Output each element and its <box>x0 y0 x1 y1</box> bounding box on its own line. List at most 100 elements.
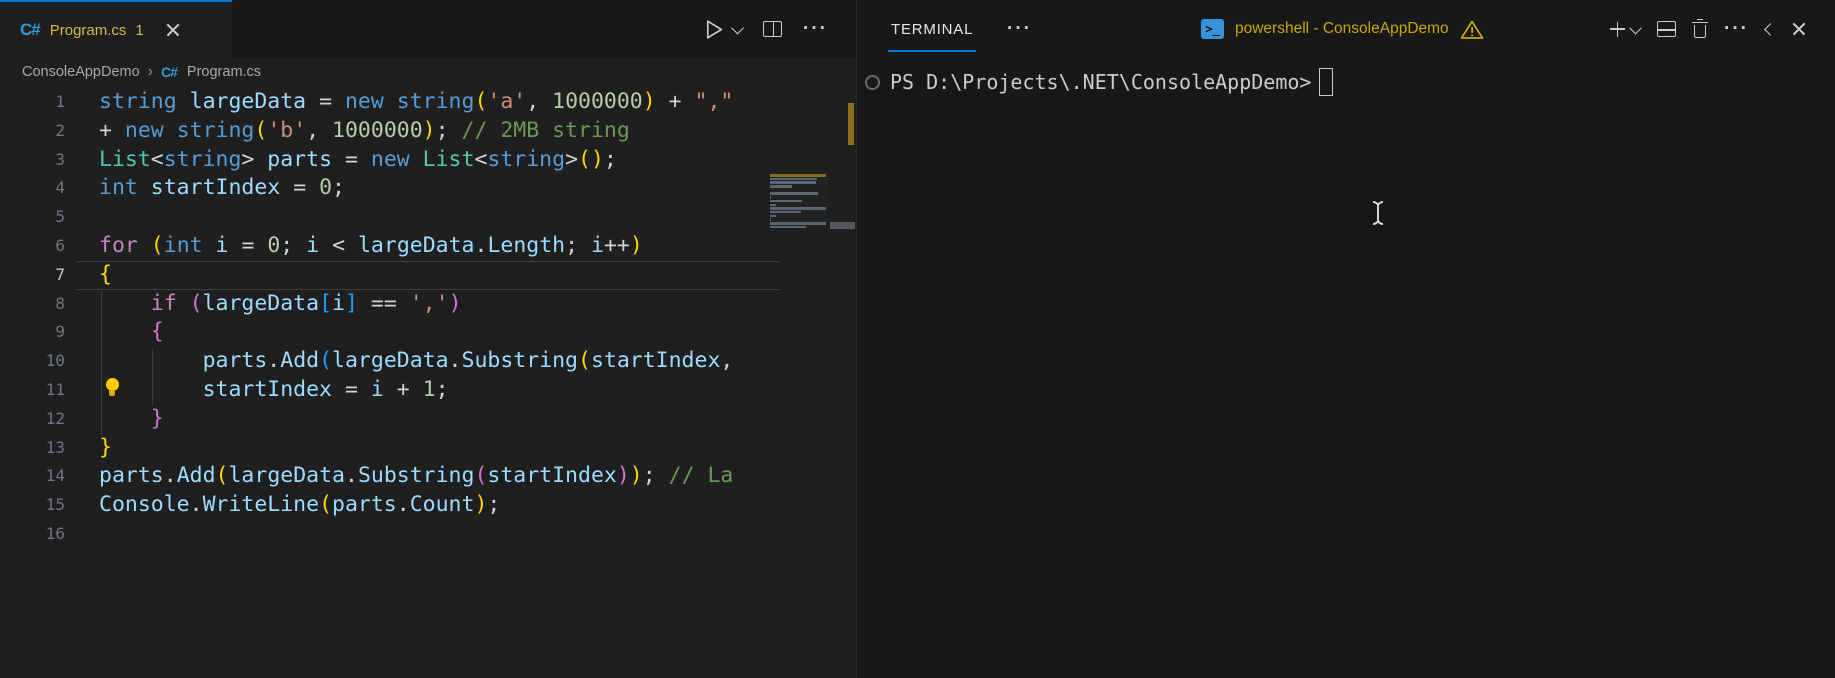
breadcrumb-folder[interactable]: ConsoleAppDemo <box>22 64 140 80</box>
editor-group: C# Program.cs 1 ··· ConsoleAppDemo › C# <box>0 0 856 678</box>
minimap-line <box>770 218 771 221</box>
code-line[interactable]: 12 } <box>0 405 856 434</box>
code-line[interactable]: 4 int startIndex = 0; <box>0 174 856 203</box>
vscode-window: C# Program.cs 1 ··· ConsoleAppDemo › C# <box>0 0 1835 678</box>
tab-label: Program.cs <box>49 21 127 39</box>
code-line-text: for (int i = 0; i < largeData.Length; i+… <box>99 232 643 258</box>
tab-badge: 1 <box>135 21 144 39</box>
code-line-text: parts.Add(largeData.Substring(startIndex… <box>99 463 734 489</box>
line-number: 5 <box>55 207 65 227</box>
minimap-line <box>770 177 817 181</box>
code-editor[interactable]: 1 string largeData = new string('a', 1000… <box>0 86 856 678</box>
terminal-prompt-line: PS D:\Projects\.NET\ConsoleAppDemo> <box>857 58 1835 96</box>
line-number: 12 <box>45 408 65 428</box>
line-number: 6 <box>55 235 65 255</box>
minimap-line <box>770 214 776 218</box>
active-tab-underline <box>888 50 977 52</box>
terminal-tab-label: TERMINAL <box>891 20 974 38</box>
plus-icon <box>1610 21 1626 37</box>
chevron-left-icon[interactable] <box>1764 22 1777 36</box>
terminal-body[interactable]: PS D:\Projects\.NET\ConsoleAppDemo> <box>857 58 1835 678</box>
line-number: 4 <box>55 178 65 198</box>
line-number: 9 <box>55 322 65 342</box>
breadcrumb-file[interactable]: Program.cs <box>187 64 261 80</box>
split-terminal-icon[interactable] <box>1657 21 1677 37</box>
code-line[interactable]: 11 startIndex = i + 1; <box>0 376 856 405</box>
minimap-line <box>770 207 826 210</box>
code-line-text: int startIndex = 0; <box>99 175 345 201</box>
code-line[interactable]: 16 <box>0 520 856 549</box>
tab-program-cs[interactable]: C# Program.cs 1 <box>0 0 232 58</box>
breadcrumb: ConsoleAppDemo › C# Program.cs <box>0 58 856 86</box>
code-line[interactable]: 15 Console.WriteLine(parts.Count); <box>0 491 856 520</box>
code-line-text: parts.Add(largeData.Substring(startIndex… <box>202 348 734 374</box>
indent-guide <box>101 291 102 435</box>
line-number: 13 <box>45 437 65 457</box>
warning-icon <box>1460 20 1484 39</box>
line-number: 8 <box>55 293 65 313</box>
minimap-line <box>770 199 802 203</box>
close-panel-icon[interactable] <box>1792 22 1807 37</box>
more-actions-icon[interactable]: ··· <box>803 19 828 38</box>
terminal-panel: TERMINAL ··· >_ powershell - ConsoleAppD… <box>856 0 1835 678</box>
run-icon <box>706 19 723 39</box>
minimap[interactable] <box>770 174 828 229</box>
terminal-session-label: powershell - ConsoleAppDemo <box>1235 20 1449 37</box>
command-decoration-icon[interactable] <box>865 74 880 90</box>
minimap-line <box>770 225 806 229</box>
code-line[interactable]: 9 { <box>0 318 856 347</box>
line-number: 16 <box>45 523 65 543</box>
overview-ruler-modified-marker <box>848 103 854 145</box>
code-line-text: } <box>99 434 112 460</box>
line-number: 11 <box>45 379 65 399</box>
close-icon[interactable] <box>166 23 181 38</box>
code-line[interactable]: 10 parts.Add(largeData.Substring(startIn… <box>0 347 856 376</box>
csharp-icon: C# <box>161 64 178 80</box>
new-terminal-button[interactable] <box>1610 21 1642 37</box>
minimap-line <box>770 196 771 199</box>
line-number: 14 <box>45 466 65 486</box>
code-line[interactable]: 5 <box>0 203 856 232</box>
editor-tab-bar: C# Program.cs 1 ··· <box>0 0 856 58</box>
line-number: 7 <box>55 264 65 284</box>
tab-terminal[interactable]: TERMINAL <box>888 0 977 58</box>
code-line[interactable]: 1 string largeData = new string('a', 1000… <box>0 88 856 117</box>
run-button[interactable] <box>701 17 744 42</box>
code-line[interactable]: 6 for (int i = 0; i < largeData.Length; i… <box>0 232 856 261</box>
minimap-line <box>770 174 826 177</box>
terminal-session-item[interactable]: >_ powershell - ConsoleAppDemo <box>1201 0 1484 58</box>
code-line[interactable]: 8 if (largeData[i] == ',') <box>0 290 856 319</box>
powershell-icon: >_ <box>1201 19 1224 39</box>
breadcrumb-separator-icon: › <box>147 63 154 80</box>
kill-terminal-icon[interactable] <box>1692 18 1709 39</box>
minimap-line <box>770 192 818 196</box>
more-actions-icon[interactable]: ··· <box>1724 19 1749 38</box>
code-line-text: { <box>150 319 164 345</box>
line-number: 2 <box>55 120 65 140</box>
code-line[interactable]: 7{ <box>0 261 856 290</box>
chevron-down-icon[interactable] <box>1629 21 1642 34</box>
line-number: 10 <box>45 351 65 371</box>
code-line-text: string largeData = new string('a', 10000… <box>99 89 734 114</box>
chevron-down-icon[interactable] <box>731 21 744 34</box>
editor-actions: ··· <box>701 0 856 58</box>
minimap-line <box>770 221 826 225</box>
panel-header: TERMINAL ··· >_ powershell - ConsoleAppD… <box>857 0 1835 58</box>
minimap-line <box>770 185 792 188</box>
split-editor-icon[interactable] <box>763 21 783 37</box>
code-line-text: Console.WriteLine(parts.Count); <box>99 492 501 518</box>
code-line-text: List<string> parts = new List<string>(); <box>99 146 617 172</box>
minimap-line <box>770 210 801 214</box>
panel-more-actions[interactable]: ··· <box>1007 0 1032 58</box>
code-line[interactable]: 14 parts.Add(largeData.Substring(startInd… <box>0 462 856 491</box>
scrollbar-thumb[interactable] <box>830 222 855 229</box>
code-line[interactable]: 2 + new string('b', 1000000); // 2MB stri… <box>0 117 856 146</box>
lightbulb-icon[interactable] <box>103 378 121 398</box>
code-line-text: if (largeData[i] == ',') <box>150 290 462 316</box>
code-line[interactable]: 3 List<string> parts = new List<string>()… <box>0 146 856 175</box>
indent-guide <box>152 349 153 406</box>
minimap-line <box>770 181 816 184</box>
code-line-text: + new string('b', 1000000); // 2MB strin… <box>99 117 630 143</box>
code-line[interactable]: 13} <box>0 434 856 463</box>
minimap-line <box>770 203 776 207</box>
